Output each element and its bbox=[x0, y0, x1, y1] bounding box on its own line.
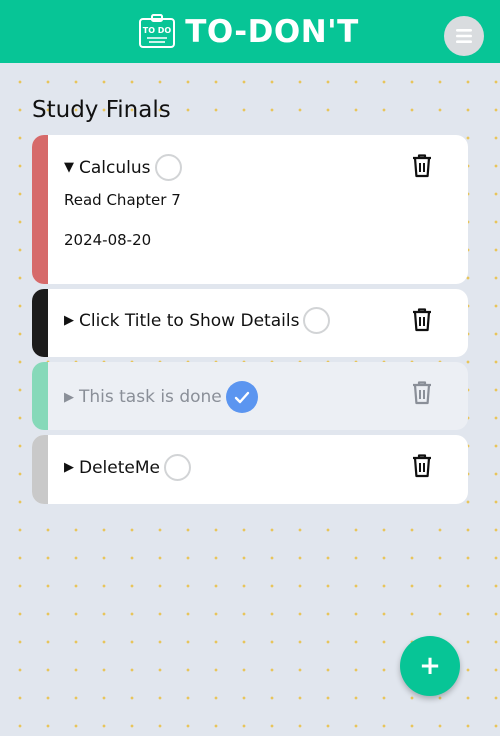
trash-icon[interactable] bbox=[410, 307, 434, 333]
collapse-arrow-icon[interactable]: ▼ bbox=[64, 160, 79, 175]
task-card: ▼ Calculus Read Chapter 7 2024-08-20 bbox=[32, 135, 468, 284]
task-title[interactable]: Click Title to Show Details bbox=[79, 311, 299, 331]
app-header: TO DO TO-DON'T bbox=[0, 0, 500, 63]
app-title: TO-DON'T bbox=[185, 13, 359, 50]
trash-icon[interactable] bbox=[410, 380, 434, 406]
brand: TO DO TO-DON'T bbox=[137, 12, 359, 52]
task-due-date: 2024-08-20 bbox=[64, 231, 152, 249]
task-color-bar bbox=[32, 435, 48, 504]
task-title[interactable]: DeleteMe bbox=[79, 458, 160, 478]
hamburger-icon bbox=[456, 29, 472, 43]
task-color-bar bbox=[32, 135, 48, 284]
expand-arrow-icon[interactable]: ▶ bbox=[64, 460, 79, 475]
complete-checkbox[interactable] bbox=[303, 307, 331, 334]
plus-icon: + bbox=[419, 651, 441, 681]
task-card-done: ▶ This task is done bbox=[32, 362, 468, 430]
trash-icon[interactable] bbox=[410, 453, 434, 479]
complete-checkbox-checked[interactable] bbox=[225, 381, 258, 413]
expand-arrow-icon[interactable]: ▶ bbox=[64, 390, 79, 405]
task-description: Read Chapter 7 bbox=[64, 191, 181, 209]
task-color-bar bbox=[32, 362, 48, 430]
check-icon bbox=[234, 391, 249, 403]
complete-checkbox[interactable] bbox=[163, 454, 191, 481]
add-task-button[interactable]: + bbox=[400, 636, 460, 696]
logo-text: TO DO bbox=[143, 26, 172, 35]
task-title[interactable]: This task is done bbox=[79, 387, 222, 407]
menu-button[interactable] bbox=[444, 16, 484, 56]
task-card: ▶ DeleteMe bbox=[32, 435, 468, 504]
task-color-bar bbox=[32, 289, 48, 357]
task-title[interactable]: Calculus bbox=[79, 158, 151, 178]
expand-arrow-icon[interactable]: ▶ bbox=[64, 313, 79, 328]
trash-icon[interactable] bbox=[410, 153, 434, 179]
complete-checkbox[interactable] bbox=[154, 154, 182, 181]
task-card: ▶ Click Title to Show Details bbox=[32, 289, 468, 357]
list-title: Study Finals bbox=[32, 97, 171, 123]
todo-clipboard-icon: TO DO bbox=[139, 13, 176, 48]
